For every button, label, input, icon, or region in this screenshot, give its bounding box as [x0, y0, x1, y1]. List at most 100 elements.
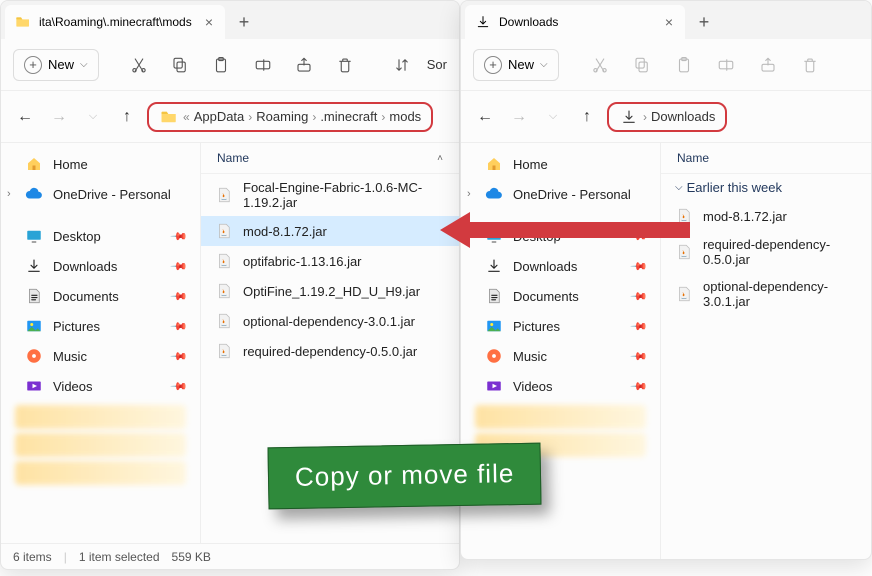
- annotation-banner: Copy or move file: [267, 443, 541, 510]
- sidebar-item-videos[interactable]: Videos📌: [461, 371, 660, 401]
- new-tab-button[interactable]: +: [229, 12, 259, 33]
- file-row[interactable]: mod-8.1.72.jar: [661, 201, 871, 231]
- jar-icon: [675, 285, 693, 303]
- jar-icon: [215, 252, 233, 270]
- jar-icon: [215, 282, 233, 300]
- sidebar: Home ›OneDrive - Personal Desktop📌 Downl…: [1, 143, 201, 543]
- file-row[interactable]: optifabric-1.13.16.jar: [201, 246, 459, 276]
- folder-icon: [15, 14, 31, 30]
- copy-button[interactable]: [625, 48, 659, 82]
- chevron-down-icon: ⌵: [540, 59, 548, 70]
- pin-icon: 📌: [170, 287, 189, 306]
- forward-button[interactable]: →: [505, 103, 533, 131]
- chevron-right-icon[interactable]: ›: [7, 188, 11, 200]
- crumb[interactable]: Downloads: [651, 109, 715, 124]
- cut-button[interactable]: [122, 48, 155, 82]
- crumb[interactable]: Roaming: [256, 109, 308, 124]
- tab-title: ita\Roaming\.minecraft\mods: [39, 15, 195, 29]
- rename-button[interactable]: [709, 48, 743, 82]
- status-size: 559 KB: [172, 550, 211, 564]
- paste-button[interactable]: [205, 48, 238, 82]
- file-row[interactable]: required-dependency-0.5.0.jar: [661, 231, 871, 273]
- video-icon: [485, 377, 503, 395]
- crumb[interactable]: AppData: [194, 109, 245, 124]
- jar-icon: [215, 222, 233, 240]
- file-row[interactable]: optional-dependency-3.0.1.jar: [661, 273, 871, 315]
- chevron-down-icon[interactable]: ⌵: [79, 103, 107, 131]
- file-name: required-dependency-0.5.0.jar: [703, 237, 857, 267]
- jar-icon: [215, 312, 233, 330]
- toolbar: + New ⌵ Sor: [1, 39, 459, 91]
- chevron-down-icon: ⌵: [80, 59, 88, 70]
- file-name: required-dependency-0.5.0.jar: [243, 344, 417, 359]
- pin-icon: 📌: [170, 377, 189, 396]
- crumb[interactable]: .minecraft: [320, 109, 377, 124]
- pin-icon: 📌: [170, 317, 189, 336]
- pin-icon: 📌: [630, 257, 649, 276]
- download-icon: [475, 14, 491, 30]
- close-icon[interactable]: ×: [663, 12, 675, 32]
- plus-icon: +: [24, 56, 42, 74]
- sidebar-item-videos[interactable]: Videos📌: [1, 371, 200, 401]
- toolbar: + New ⌵: [461, 39, 871, 91]
- column-header-name[interactable]: Name: [661, 143, 871, 174]
- file-row[interactable]: optional-dependency-3.0.1.jar: [201, 306, 459, 336]
- download-icon: [619, 108, 639, 126]
- blurred-item: [15, 433, 186, 457]
- paste-button[interactable]: [667, 48, 701, 82]
- copy-button[interactable]: [164, 48, 197, 82]
- breadcrumb-path[interactable]: « AppData› Roaming› .minecraft› mods: [147, 102, 433, 132]
- breadcrumb-path[interactable]: › Downloads: [607, 102, 727, 132]
- share-button[interactable]: [287, 48, 320, 82]
- folder-icon: [159, 108, 179, 126]
- tab-bar: ita\Roaming\.minecraft\mods × +: [1, 1, 459, 39]
- pin-icon: 📌: [630, 347, 649, 366]
- column-header-name[interactable]: Name˄: [201, 143, 459, 174]
- blurred-item: [475, 405, 646, 429]
- new-label: New: [48, 57, 74, 72]
- tab-bar: Downloads × +: [461, 1, 871, 39]
- new-button[interactable]: + New ⌵: [473, 49, 559, 81]
- new-button[interactable]: + New ⌵: [13, 49, 99, 81]
- file-name: mod-8.1.72.jar: [243, 224, 327, 239]
- pin-icon: 📌: [170, 227, 189, 246]
- pin-icon: 📌: [630, 377, 649, 396]
- file-row[interactable]: mod-8.1.72.jar: [201, 216, 459, 246]
- jar-icon: [215, 186, 233, 204]
- file-row[interactable]: Focal-Engine-Fabric-1.0.6-MC-1.19.2.jar: [201, 174, 459, 216]
- share-button[interactable]: [751, 48, 785, 82]
- chevron-down-icon: ⌵: [675, 182, 683, 193]
- cut-button[interactable]: [583, 48, 617, 82]
- pin-icon: 📌: [170, 347, 189, 366]
- chevron-right-icon[interactable]: ›: [467, 188, 471, 200]
- file-name: mod-8.1.72.jar: [703, 209, 787, 224]
- caret-up-icon: ˄: [437, 153, 443, 164]
- up-button[interactable]: ↑: [573, 103, 601, 131]
- pin-icon: 📌: [170, 257, 189, 276]
- new-label: New: [508, 57, 534, 72]
- tab-mods[interactable]: ita\Roaming\.minecraft\mods ×: [5, 5, 225, 39]
- tab-downloads[interactable]: Downloads ×: [465, 5, 685, 39]
- pin-icon: 📌: [630, 287, 649, 306]
- delete-button[interactable]: [329, 48, 362, 82]
- file-list: ⌵Earlier this week mod-8.1.72.jar require…: [661, 174, 871, 559]
- file-pane: Name ⌵Earlier this week mod-8.1.72.jar re…: [661, 143, 871, 559]
- sort-button[interactable]: [386, 48, 419, 82]
- up-button[interactable]: ↑: [113, 103, 141, 131]
- file-name: Focal-Engine-Fabric-1.0.6-MC-1.19.2.jar: [243, 180, 445, 210]
- video-icon: [25, 377, 43, 395]
- delete-button[interactable]: [793, 48, 827, 82]
- new-tab-button[interactable]: +: [689, 12, 719, 33]
- group-header[interactable]: ⌵Earlier this week: [661, 174, 871, 201]
- close-icon[interactable]: ×: [203, 12, 215, 32]
- file-name: optional-dependency-3.0.1.jar: [243, 314, 415, 329]
- file-row[interactable]: OptiFine_1.19.2_HD_U_H9.jar: [201, 276, 459, 306]
- file-row[interactable]: required-dependency-0.5.0.jar: [201, 336, 459, 366]
- forward-button[interactable]: →: [45, 103, 73, 131]
- chevron-right-icon: «: [183, 110, 190, 124]
- file-name: optifabric-1.13.16.jar: [243, 254, 362, 269]
- rename-button[interactable]: [246, 48, 279, 82]
- chevron-down-icon[interactable]: ⌵: [539, 103, 567, 131]
- status-bar: 6 items | 1 item selected 559 KB: [1, 543, 459, 569]
- crumb[interactable]: mods: [389, 109, 421, 124]
